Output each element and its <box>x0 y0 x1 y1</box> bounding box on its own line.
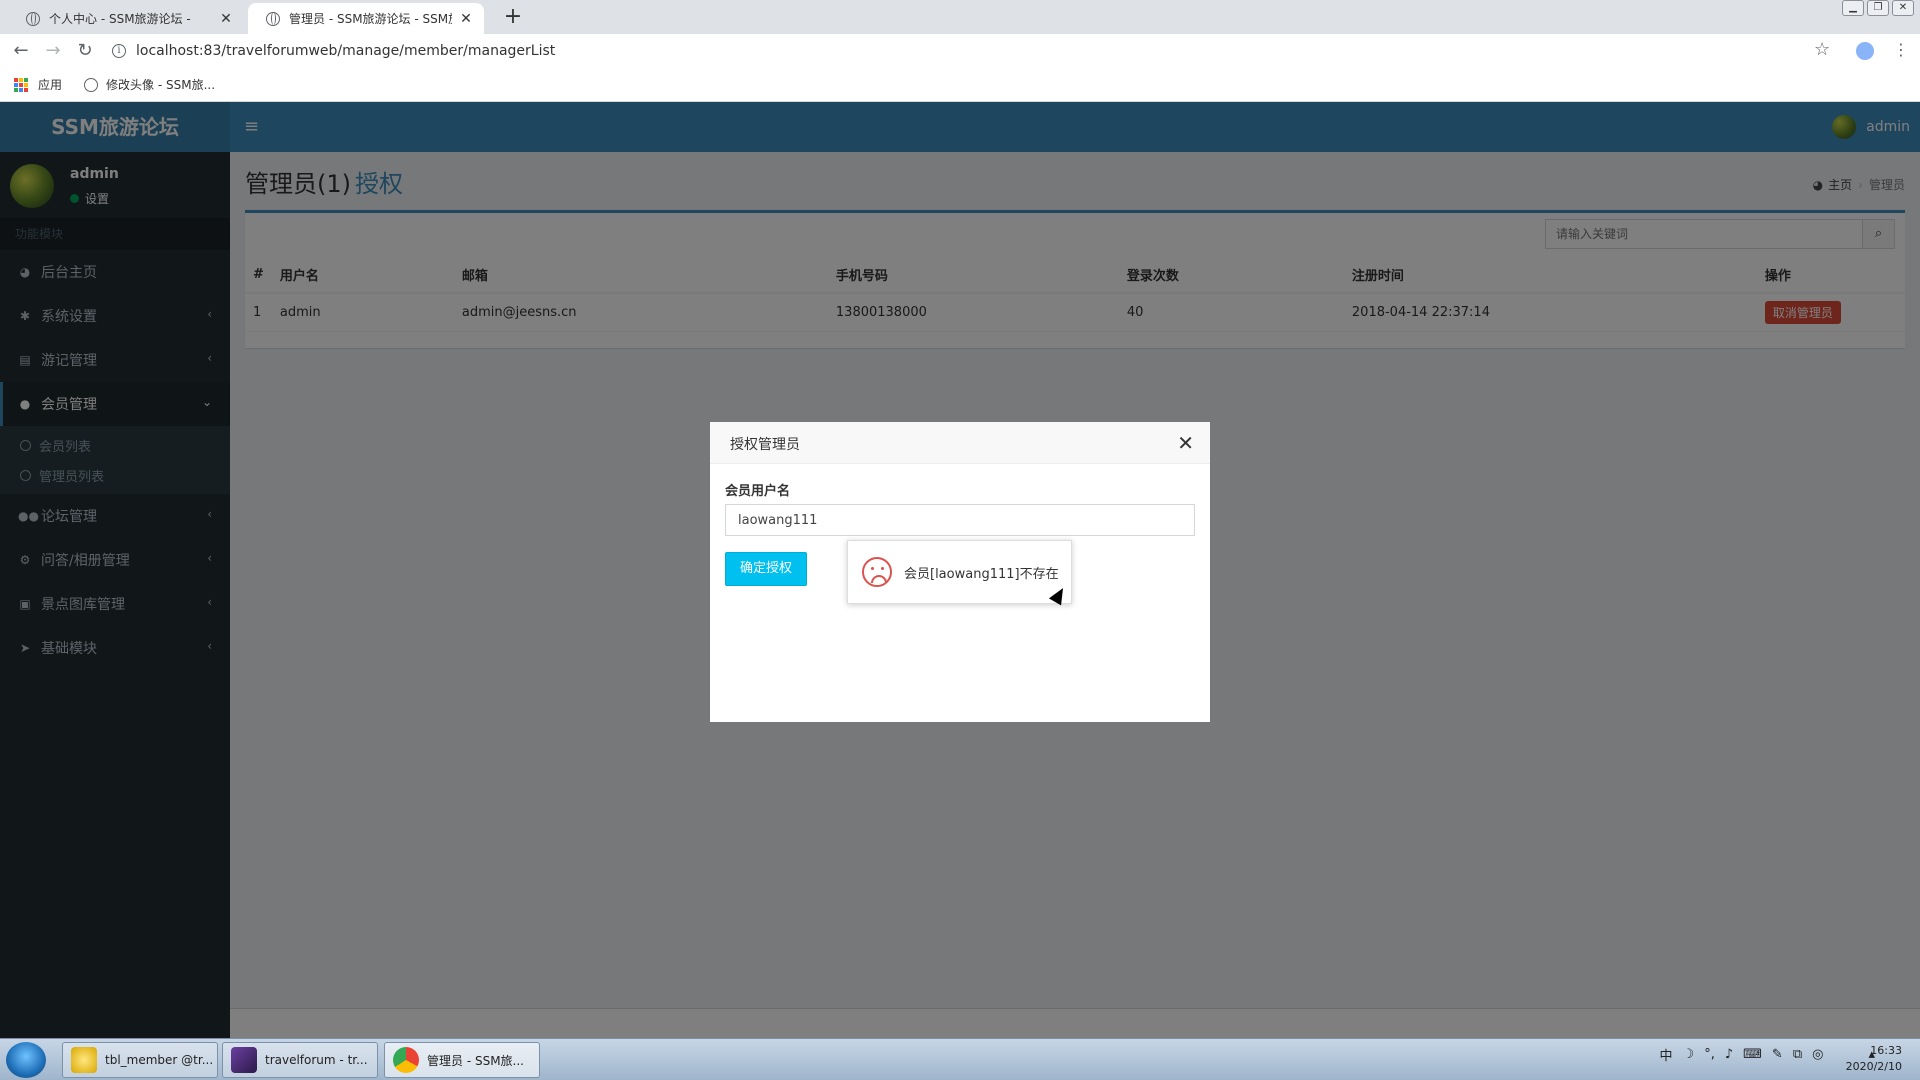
omnibox[interactable]: i localhost:83/travelforumweb/manage/mem… <box>112 38 1812 64</box>
modal-title: 授权管理员 <box>730 437 800 453</box>
system-clock[interactable]: 16:33 2020/2/10 <box>1846 1043 1902 1075</box>
tab-title: 管理员 - SSM旅游论坛 - SSM旅 <box>289 12 452 26</box>
member-username-input[interactable] <box>725 504 1195 536</box>
browser-tab-personal[interactable]: 个人中心 - SSM旅游论坛 - ✕ <box>8 3 244 34</box>
database-icon <box>71 1047 97 1073</box>
punctuation-icon[interactable]: °, <box>1704 1047 1715 1062</box>
new-tab-button[interactable]: + <box>500 4 526 29</box>
taskbar-item-ide[interactable]: travelforum - tr... <box>222 1042 378 1078</box>
clock-date: 2020/2/10 <box>1845 1060 1902 1073</box>
menu-kebab-icon[interactable]: ⋮ <box>1893 40 1909 59</box>
ime-indicator[interactable]: 中 <box>1660 1045 1673 1064</box>
url-text: localhost:83/travelforumweb/manage/membe… <box>136 43 556 59</box>
microphone-icon[interactable]: ♪ <box>1725 1047 1733 1062</box>
reload-icon[interactable]: ↻ <box>74 40 96 61</box>
close-icon[interactable]: ✕ <box>1177 431 1194 455</box>
bookmark-label: 修改头像 - SSM旅... <box>106 78 216 92</box>
globe-icon <box>26 11 40 26</box>
taskbar-item-label: travelforum - tr... <box>265 1053 368 1067</box>
sad-face-icon <box>862 557 892 587</box>
bookmark-label: 应用 <box>38 78 63 92</box>
bookmark-apps[interactable]: 应用 <box>14 76 62 93</box>
tools-icon[interactable]: ✎ <box>1772 1047 1783 1062</box>
apps-grid-icon <box>14 77 28 92</box>
address-bar-row: ← → ↻ i localhost:83/travelforumweb/mana… <box>0 34 1920 68</box>
os-taskbar: tbl_member @tr... travelforum - tr... 管理… <box>0 1038 1920 1080</box>
start-button[interactable] <box>6 1042 46 1078</box>
taskbar-item-label: 管理员 - SSM旅... <box>427 1053 524 1068</box>
restore-button[interactable]: ❐ <box>1867 0 1889 16</box>
member-username-label: 会员用户名 <box>725 484 791 499</box>
network-icon[interactable]: ◎ <box>1812 1047 1823 1062</box>
clock-time: 16:33 <box>1870 1044 1902 1057</box>
confirm-authorize-button[interactable]: 确定授权 <box>725 552 807 586</box>
tab-title: 个人中心 - SSM旅游论坛 - <box>49 12 191 26</box>
chrome-icon <box>393 1047 419 1073</box>
browser-tabbar: 个人中心 - SSM旅游论坛 - ✕ 管理员 - SSM旅游论坛 - SSM旅 … <box>0 0 1920 34</box>
minimize-button[interactable]: ▁ <box>1842 0 1864 16</box>
profile-avatar-icon[interactable] <box>1856 42 1874 60</box>
forward-icon[interactable]: → <box>42 40 64 61</box>
keyboard-icon[interactable]: ⌨ <box>1743 1047 1762 1062</box>
close-icon[interactable]: ✕ <box>458 11 474 27</box>
modal-header: 授权管理员 ✕ <box>710 422 1210 464</box>
taskbar-item-db[interactable]: tbl_member @tr... <box>62 1042 218 1078</box>
close-icon[interactable]: ✕ <box>218 11 234 27</box>
bookmarks-bar: 应用 修改头像 - SSM旅... <box>0 68 1920 102</box>
taskbar-item-chrome[interactable]: 管理员 - SSM旅... <box>384 1042 540 1078</box>
globe-icon <box>266 11 280 26</box>
window-close-button[interactable]: ✕ <box>1892 0 1914 16</box>
info-icon[interactable]: i <box>112 44 126 58</box>
toast-message: 会员[laowang111]不存在 <box>904 566 1059 582</box>
globe-icon <box>84 77 99 92</box>
browser-tab-manager[interactable]: 管理员 - SSM旅游论坛 - SSM旅 ✕ <box>248 3 484 34</box>
ide-icon <box>231 1047 257 1073</box>
back-icon[interactable]: ← <box>10 40 32 61</box>
moon-icon[interactable]: ☽ <box>1683 1047 1695 1062</box>
bookmark-star-icon[interactable]: ☆ <box>1814 39 1830 60</box>
error-toast: 会员[laowang111]不存在 <box>847 540 1072 604</box>
window-controls: ▁ ❐ ✕ <box>1839 0 1914 16</box>
external-icon[interactable]: ⧉ <box>1793 1047 1802 1062</box>
bookmark-avatar-edit[interactable]: 修改头像 - SSM旅... <box>84 76 215 93</box>
taskbar-item-label: tbl_member @tr... <box>105 1053 214 1067</box>
